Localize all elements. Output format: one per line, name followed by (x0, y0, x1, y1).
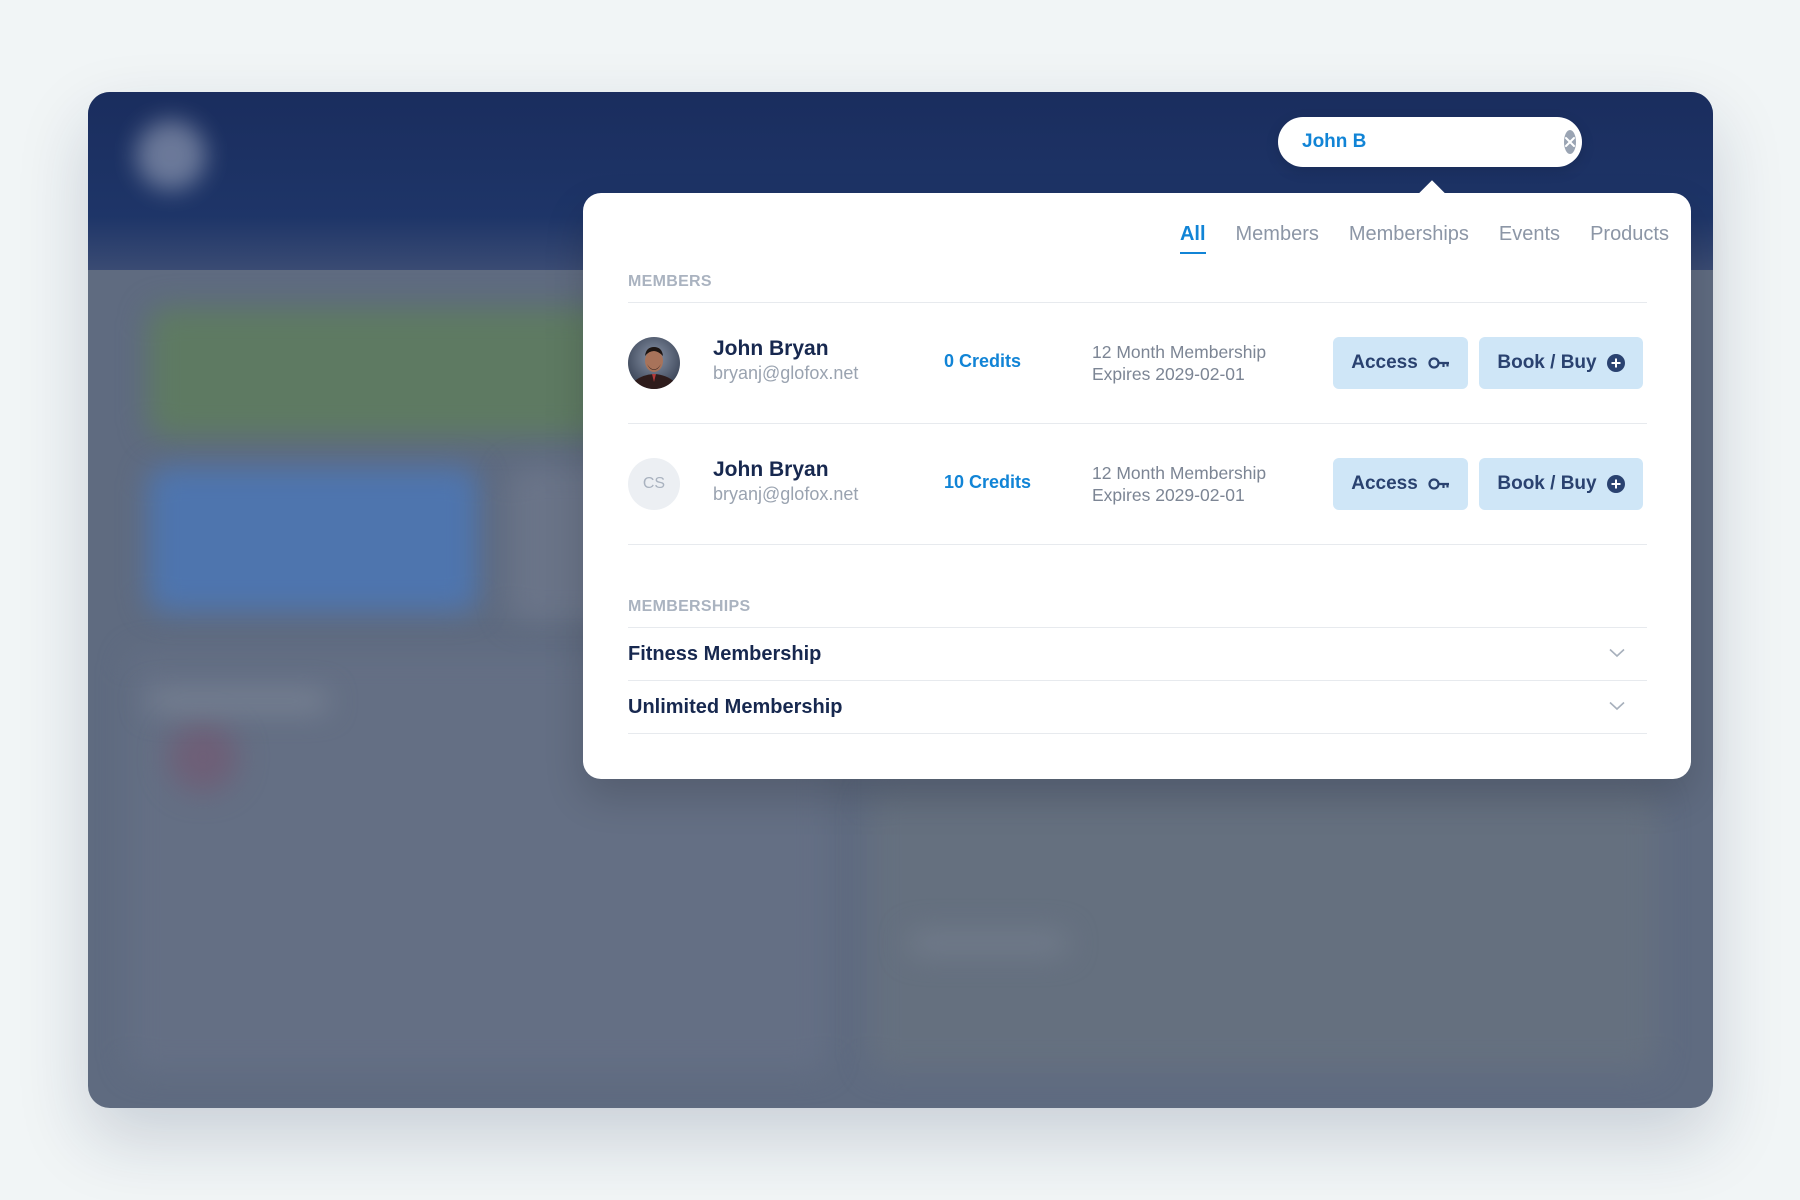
member-row[interactable]: John Bryan bryanj@glofox.net 0 Credits 1… (628, 303, 1647, 423)
blurred-card-green (148, 307, 608, 437)
close-circle-icon[interactable] (1564, 130, 1576, 154)
book-buy-button-label: Book / Buy (1497, 352, 1597, 373)
membership-name: Fitness Membership (628, 642, 822, 665)
member-name: John Bryan (713, 458, 829, 481)
tab-events[interactable]: Events (1499, 223, 1560, 254)
membership-name: Unlimited Membership (628, 695, 843, 718)
result-tabs: All Members Memberships Events Products (1150, 223, 1669, 254)
blurred-avatar (168, 722, 238, 792)
member-plan: 12 Month Membership Expires 2029-02-01 (1092, 462, 1266, 506)
key-icon (1428, 357, 1450, 369)
access-button-label: Access (1351, 352, 1418, 373)
book-buy-button[interactable]: Book / Buy (1479, 337, 1643, 389)
avatar: CS (628, 458, 680, 510)
member-email: bryanj@glofox.net (713, 363, 859, 383)
member-email: bryanj@glofox.net (713, 484, 859, 504)
chevron-down-icon[interactable] (1609, 698, 1625, 716)
plus-circle-icon (1606, 354, 1625, 372)
access-button[interactable]: Access (1333, 337, 1468, 389)
avatar (628, 337, 680, 389)
book-buy-button-label: Book / Buy (1497, 473, 1597, 494)
tab-members[interactable]: Members (1236, 223, 1319, 254)
membership-item[interactable]: Unlimited Membership (628, 681, 1647, 734)
member-credits[interactable]: 10 Credits (944, 472, 1031, 493)
app-logo (136, 120, 206, 190)
plus-circle-icon (1606, 475, 1625, 493)
search-input[interactable] (1302, 131, 1564, 153)
search-results-panel: All Members Memberships Events Products … (583, 180, 1691, 779)
plan-expiry: Expires 2029-02-01 (1092, 364, 1245, 384)
members-section-title: MEMBERS (628, 273, 712, 290)
tab-products[interactable]: Products (1590, 223, 1669, 254)
member-name: John Bryan (713, 337, 829, 360)
tab-all[interactable]: All (1179, 223, 1206, 254)
book-buy-button[interactable]: Book / Buy (1479, 458, 1643, 510)
member-credits[interactable]: 0 Credits (944, 351, 1021, 372)
member-plan: 12 Month Membership Expires 2029-02-01 (1092, 341, 1266, 385)
divider (628, 544, 1647, 545)
blurred-text (908, 932, 1068, 954)
plan-name: 12 Month Membership (1092, 342, 1267, 362)
membership-item[interactable]: Fitness Membership (628, 628, 1647, 681)
search-box (1278, 117, 1582, 167)
member-row[interactable]: CS John Bryan bryanj@glofox.net 10 Credi… (628, 424, 1647, 544)
memberships-section-title: MEMBERSHIPS (628, 598, 751, 615)
blurred-text (148, 692, 328, 710)
key-icon (1428, 478, 1450, 490)
tab-memberships[interactable]: Memberships (1349, 223, 1469, 254)
blurred-card-blue (148, 467, 478, 612)
plan-name: 12 Month Membership (1092, 463, 1267, 483)
access-button[interactable]: Access (1333, 458, 1468, 510)
chevron-down-icon[interactable] (1609, 645, 1625, 663)
plan-expiry: Expires 2029-02-01 (1092, 485, 1245, 505)
access-button-label: Access (1351, 473, 1418, 494)
